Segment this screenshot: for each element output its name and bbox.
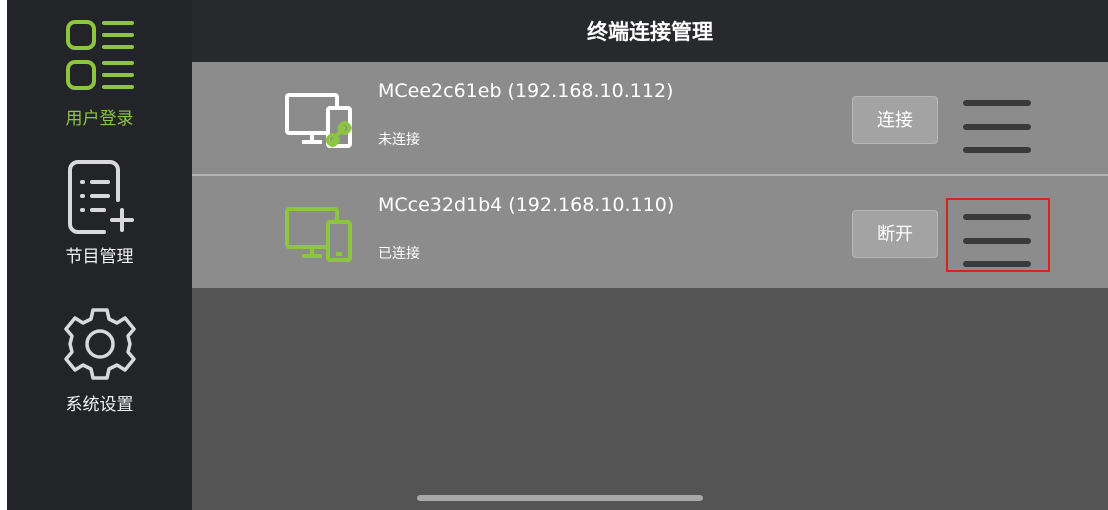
- monitor-tablet-icon: [285, 207, 352, 262]
- header-bar: 终端连接管理: [192, 0, 1108, 62]
- sidebar-item-user-login[interactable]: 用户登录: [7, 18, 192, 129]
- program-list-add-icon: [67, 160, 134, 234]
- device-status: 未连接: [378, 132, 420, 148]
- menu-icon-bar: [963, 214, 1031, 220]
- disconnect-button[interactable]: 断开: [852, 210, 938, 258]
- device-name: MCce32d1b4 (192.168.10.110): [378, 194, 675, 216]
- menu-button[interactable]: [948, 86, 1048, 156]
- sidebar-item-system-settings[interactable]: 系统设置: [7, 304, 192, 415]
- page-title: 终端连接管理: [587, 20, 713, 44]
- device-status: 已连接: [378, 246, 420, 262]
- device-row: MCce32d1b4 (192.168.10.110) 已连接 断开: [192, 174, 1108, 288]
- sidebar-item-label: 用户登录: [65, 109, 134, 129]
- sidebar: 用户登录 节目管理 系统设置: [7, 0, 192, 510]
- menu-icon-bar: [963, 238, 1031, 244]
- sidebar-item-label: 系统设置: [65, 395, 134, 415]
- sidebar-item-label: 节目管理: [65, 247, 134, 267]
- sidebar-item-program-management[interactable]: 节目管理: [7, 160, 192, 267]
- user-login-grid-icon: [65, 20, 134, 90]
- device-name: MCee2c61eb (192.168.10.112): [378, 80, 674, 102]
- monitor-tablet-link-icon: [285, 93, 352, 148]
- menu-icon-bar: [963, 147, 1031, 153]
- connect-button[interactable]: 连接: [852, 96, 938, 144]
- menu-icon-bar: [963, 124, 1031, 130]
- app-window: 用户登录 节目管理 系统设置 终端连接管理 MCee2c61eb (192.16…: [7, 0, 1108, 510]
- device-row: MCee2c61eb (192.168.10.112) 未连接 连接: [192, 62, 1108, 174]
- home-indicator: [417, 495, 703, 501]
- gear-icon: [63, 308, 136, 380]
- menu-icon-bar: [963, 100, 1031, 106]
- menu-button[interactable]: [946, 198, 1050, 272]
- menu-icon-bar: [963, 261, 1031, 267]
